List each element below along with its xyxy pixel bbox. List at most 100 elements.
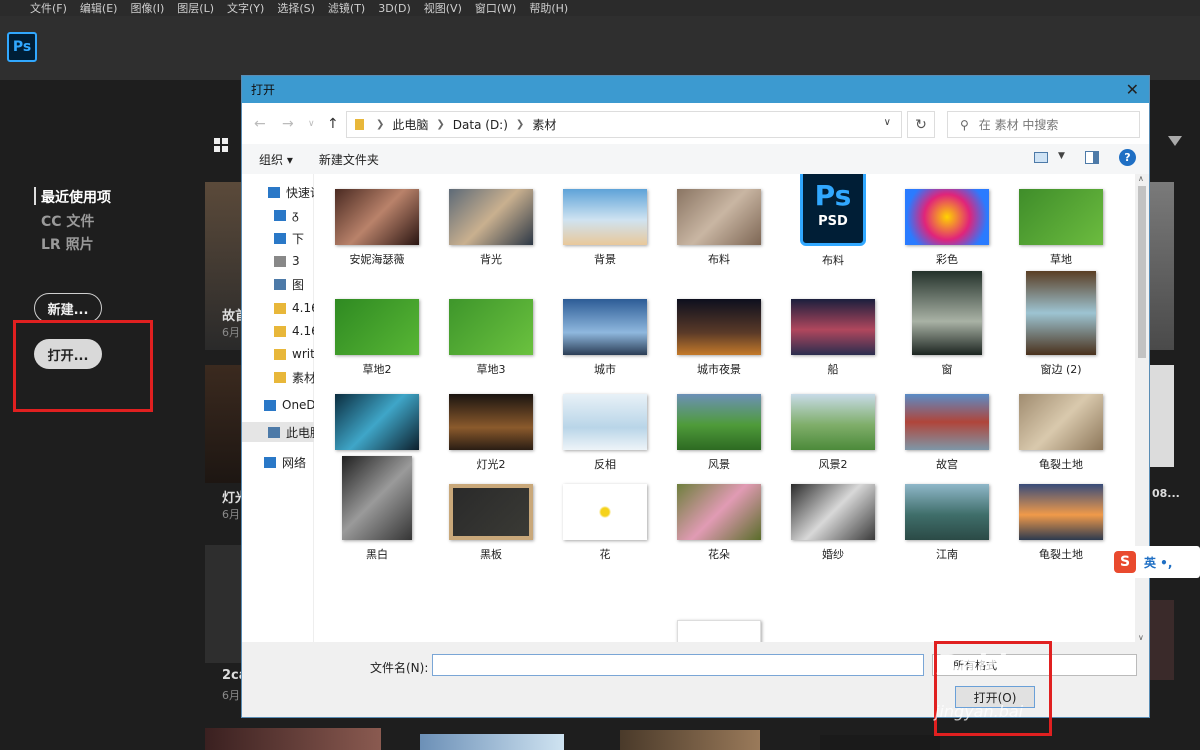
chevron-down-icon[interactable]: ∨: [884, 117, 891, 128]
tree-item[interactable]: 网络: [242, 452, 314, 472]
file-item[interactable]: 风景: [662, 394, 776, 472]
file-item[interactable]: 龟裂土地: [1004, 394, 1118, 472]
menu-item[interactable]: 视图(V): [424, 0, 462, 16]
tree-item[interactable]: 下: [242, 228, 314, 248]
file-item[interactable]: 风景2: [776, 394, 890, 472]
tree-item[interactable]: writ: [242, 344, 314, 364]
recent-thumb[interactable]: [620, 730, 760, 750]
tree-item[interactable]: 3: [242, 251, 314, 271]
address-bar[interactable]: ❯ 此电脑 ❯ Data (D:) ❯ 素材 ∨: [346, 111, 902, 138]
file-item[interactable]: 草地2: [320, 299, 434, 377]
file-item[interactable]: Ps PSD 布料: [776, 174, 890, 268]
file-item[interactable]: [662, 620, 776, 642]
file-item[interactable]: 背景: [548, 189, 662, 267]
file-item[interactable]: 窗边 (2): [1004, 271, 1118, 377]
menu-item[interactable]: 窗口(W): [475, 0, 516, 16]
scroll-up-icon[interactable]: ∧: [1138, 174, 1144, 183]
file-item[interactable]: 草地: [1004, 189, 1118, 267]
image-thumbnail: [342, 456, 412, 540]
recent-thumb[interactable]: [1150, 182, 1174, 350]
new-button[interactable]: 新建...: [34, 293, 102, 323]
menu-item[interactable]: 帮助(H): [529, 0, 568, 16]
forward-arrow-icon[interactable]: →: [282, 116, 294, 132]
breadcrumb-drive[interactable]: Data (D:): [453, 118, 508, 132]
up-arrow-icon[interactable]: ↑: [327, 116, 339, 132]
file-item[interactable]: 花: [548, 484, 662, 562]
recent-thumb[interactable]: [205, 545, 241, 663]
breadcrumb-folder[interactable]: 素材: [532, 116, 556, 133]
file-item[interactable]: 城市: [548, 299, 662, 377]
tree-item[interactable]: 图: [242, 274, 314, 294]
tree-item[interactable]: OneD: [242, 395, 314, 415]
file-item[interactable]: 花朵: [662, 484, 776, 562]
menu-item[interactable]: 图层(L): [177, 0, 214, 16]
menu-item[interactable]: 滤镜(T): [328, 0, 365, 16]
tree-item[interactable]: 快速访: [242, 182, 314, 202]
ime-toolbar[interactable]: S 英 •,: [1110, 546, 1200, 578]
preview-pane-icon[interactable]: [1085, 151, 1099, 164]
file-item[interactable]: 反相: [548, 394, 662, 472]
folder-icon: [274, 209, 286, 221]
recent-thumb[interactable]: [420, 734, 564, 750]
file-item[interactable]: 江南: [890, 484, 1004, 562]
menu-item[interactable]: 编辑(E): [80, 0, 118, 16]
view-mode-icon[interactable]: [1034, 152, 1048, 163]
filename-input[interactable]: [432, 654, 924, 676]
breadcrumb-this-pc[interactable]: 此电脑: [392, 116, 428, 133]
file-item[interactable]: 黑板: [434, 484, 548, 562]
recent-dropdown-icon[interactable]: ∨: [308, 119, 315, 129]
menu-item[interactable]: 文字(Y): [227, 0, 264, 16]
tree-item[interactable]: ᵹ: [242, 205, 314, 225]
tree-item[interactable]: 素材: [242, 367, 314, 387]
image-thumbnail: [563, 394, 647, 450]
recent-thumb[interactable]: [205, 728, 381, 750]
chevron-right-icon: ❯: [515, 119, 525, 130]
scroll-down-icon[interactable]: ∨: [1138, 633, 1144, 642]
highlight-box-open: [13, 320, 153, 412]
menu-item[interactable]: 文件(F): [30, 0, 67, 16]
close-icon[interactable]: ✕: [1126, 80, 1139, 99]
folder-icon: [274, 348, 286, 360]
file-item[interactable]: 草地3: [434, 299, 548, 377]
tree-item[interactable]: 4.16: [242, 321, 314, 341]
file-item[interactable]: 龟裂土地: [1004, 484, 1118, 562]
menu-item[interactable]: 3D(D): [378, 2, 411, 15]
help-icon[interactable]: ?: [1119, 149, 1136, 166]
tree-item-label: writ: [292, 347, 314, 361]
menu-item[interactable]: 选择(S): [277, 0, 315, 16]
file-name: 风景: [708, 458, 730, 471]
nav-recent[interactable]: 最近使用项: [41, 187, 111, 207]
recent-thumb[interactable]: [820, 735, 940, 750]
filter-icon[interactable]: [1168, 136, 1182, 150]
new-folder-button[interactable]: 新建文件夹: [319, 151, 379, 168]
grid-view-icon[interactable]: [214, 138, 228, 152]
refresh-icon[interactable]: ↻: [907, 111, 935, 138]
image-thumbnail: [335, 394, 419, 450]
back-arrow-icon[interactable]: ←: [254, 116, 266, 132]
file-item[interactable]: 黑白: [320, 456, 434, 562]
file-item[interactable]: 彩色: [890, 189, 1004, 267]
recent-thumb[interactable]: [1150, 600, 1174, 680]
nav-cc-files[interactable]: CC 文件: [41, 211, 94, 231]
file-item[interactable]: 布料: [662, 189, 776, 267]
file-item[interactable]: 故宫: [890, 394, 1004, 472]
organize-menu[interactable]: 组织 ▾: [259, 151, 293, 168]
image-thumbnail: [449, 299, 533, 355]
tree-item[interactable]: 4.16: [242, 298, 314, 318]
file-item[interactable]: 城市夜景: [662, 299, 776, 377]
file-item[interactable]: 婚纱: [776, 484, 890, 562]
recent-thumb[interactable]: [205, 365, 241, 483]
nav-lr-photos[interactable]: LR 照片: [41, 234, 94, 254]
recent-thumb[interactable]: [1150, 365, 1174, 467]
file-item[interactable]: 窗: [890, 271, 1004, 377]
address-row: ← → ∨ ↑ ❯ 此电脑 ❯ Data (D:) ❯ 素材 ∨ ↻ ⚲ 在 素…: [242, 104, 1149, 144]
file-item[interactable]: 灯光2: [434, 394, 548, 472]
tree-item[interactable]: 此电脑: [242, 422, 314, 442]
view-dropdown-icon[interactable]: ▼: [1058, 151, 1065, 161]
menu-item[interactable]: 图像(I): [130, 0, 164, 16]
scrollbar-thumb[interactable]: [1138, 186, 1146, 358]
file-item[interactable]: 船: [776, 299, 890, 377]
file-item[interactable]: 安妮海瑟薇: [320, 189, 434, 267]
file-item[interactable]: 背光: [434, 189, 548, 267]
search-input[interactable]: ⚲ 在 素材 中搜索: [947, 111, 1140, 138]
